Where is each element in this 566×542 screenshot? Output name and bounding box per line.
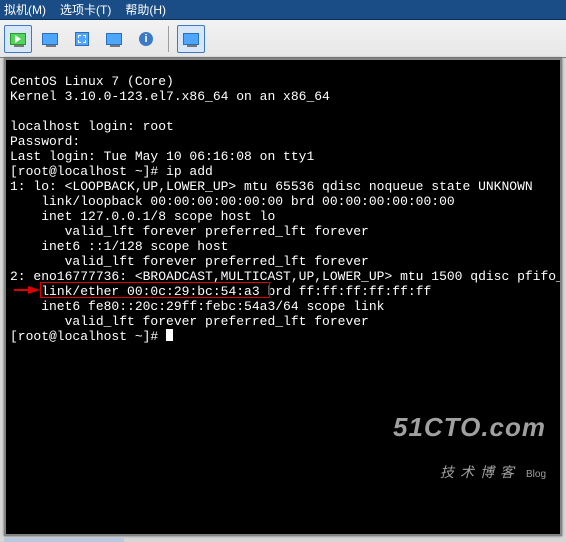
watermark-blog: Blog xyxy=(526,469,546,480)
monitor-icon xyxy=(42,33,58,45)
toolbar-unity-button[interactable] xyxy=(177,25,205,53)
toolbar-monitor1-button[interactable] xyxy=(36,25,64,53)
mac-highlight-box xyxy=(40,282,270,298)
play-icon xyxy=(10,33,26,45)
term-line: [root@localhost ~]# ip add xyxy=(10,164,213,179)
term-line: valid_lft forever preferred_lft forever xyxy=(10,254,369,269)
term-line: Password: xyxy=(10,134,80,149)
info-icon: i xyxy=(139,32,153,46)
unity-icon xyxy=(183,33,199,45)
toolbar: i xyxy=(0,20,566,58)
terminal-output: CentOS Linux 7 (Core) Kernel 3.10.0-123.… xyxy=(6,60,560,534)
term-line: inet 127.0.0.1/8 scope host lo xyxy=(10,209,275,224)
cursor xyxy=(166,329,173,341)
watermark-main: 51CTO.com xyxy=(393,420,546,435)
watermark: 51CTO.com 技术博客 Blog xyxy=(393,390,546,512)
term-line: Kernel 3.10.0-123.el7.x86_64 on an x86_6… xyxy=(10,89,330,104)
term-line: inet6 ::1/128 scope host xyxy=(10,239,228,254)
term-line: valid_lft forever preferred_lft forever xyxy=(10,224,369,239)
term-line: brd ff:ff:ff:ff:ff:ff xyxy=(267,284,431,299)
menu-tabs[interactable]: 选项卡(T) xyxy=(60,0,111,19)
term-line: localhost login: root xyxy=(10,119,174,134)
toolbar-fullscreen-button[interactable] xyxy=(100,25,128,53)
menu-vm[interactable]: 拟机(M) xyxy=(4,0,46,19)
arrow-icon xyxy=(28,286,40,294)
watermark-sub: 技术博客 xyxy=(440,464,520,480)
snapshot-icon xyxy=(75,32,89,46)
term-line: 1: lo: <LOOPBACK,UP,LOWER_UP> mtu 65536 … xyxy=(10,179,533,194)
term-line: CentOS Linux 7 (Core) xyxy=(10,74,174,89)
menubar: 拟机(M) 选项卡(T) 帮助(H) xyxy=(0,0,566,20)
term-line: Last login: Tue May 10 06:16:08 on tty1 xyxy=(10,149,314,164)
menu-help[interactable]: 帮助(H) xyxy=(125,0,166,19)
fullscreen-icon xyxy=(106,33,122,45)
term-line: valid_lft forever preferred_lft forever xyxy=(10,314,369,329)
term-line: inet6 fe80::20c:29ff:febc:54a3/64 scope … xyxy=(10,299,384,314)
toolbar-monitor2-button[interactable] xyxy=(68,25,96,53)
toolbar-separator xyxy=(168,26,169,52)
term-line: link/loopback 00:00:00:00:00:00 brd 00:0… xyxy=(10,194,455,209)
term-prompt: [root@localhost ~]# xyxy=(10,329,166,344)
toolbar-info-button[interactable]: i xyxy=(132,25,160,53)
bottom-tab xyxy=(4,538,124,542)
toolbar-play-button[interactable] xyxy=(4,25,32,53)
terminal-window[interactable]: CentOS Linux 7 (Core) Kernel 3.10.0-123.… xyxy=(4,58,562,536)
